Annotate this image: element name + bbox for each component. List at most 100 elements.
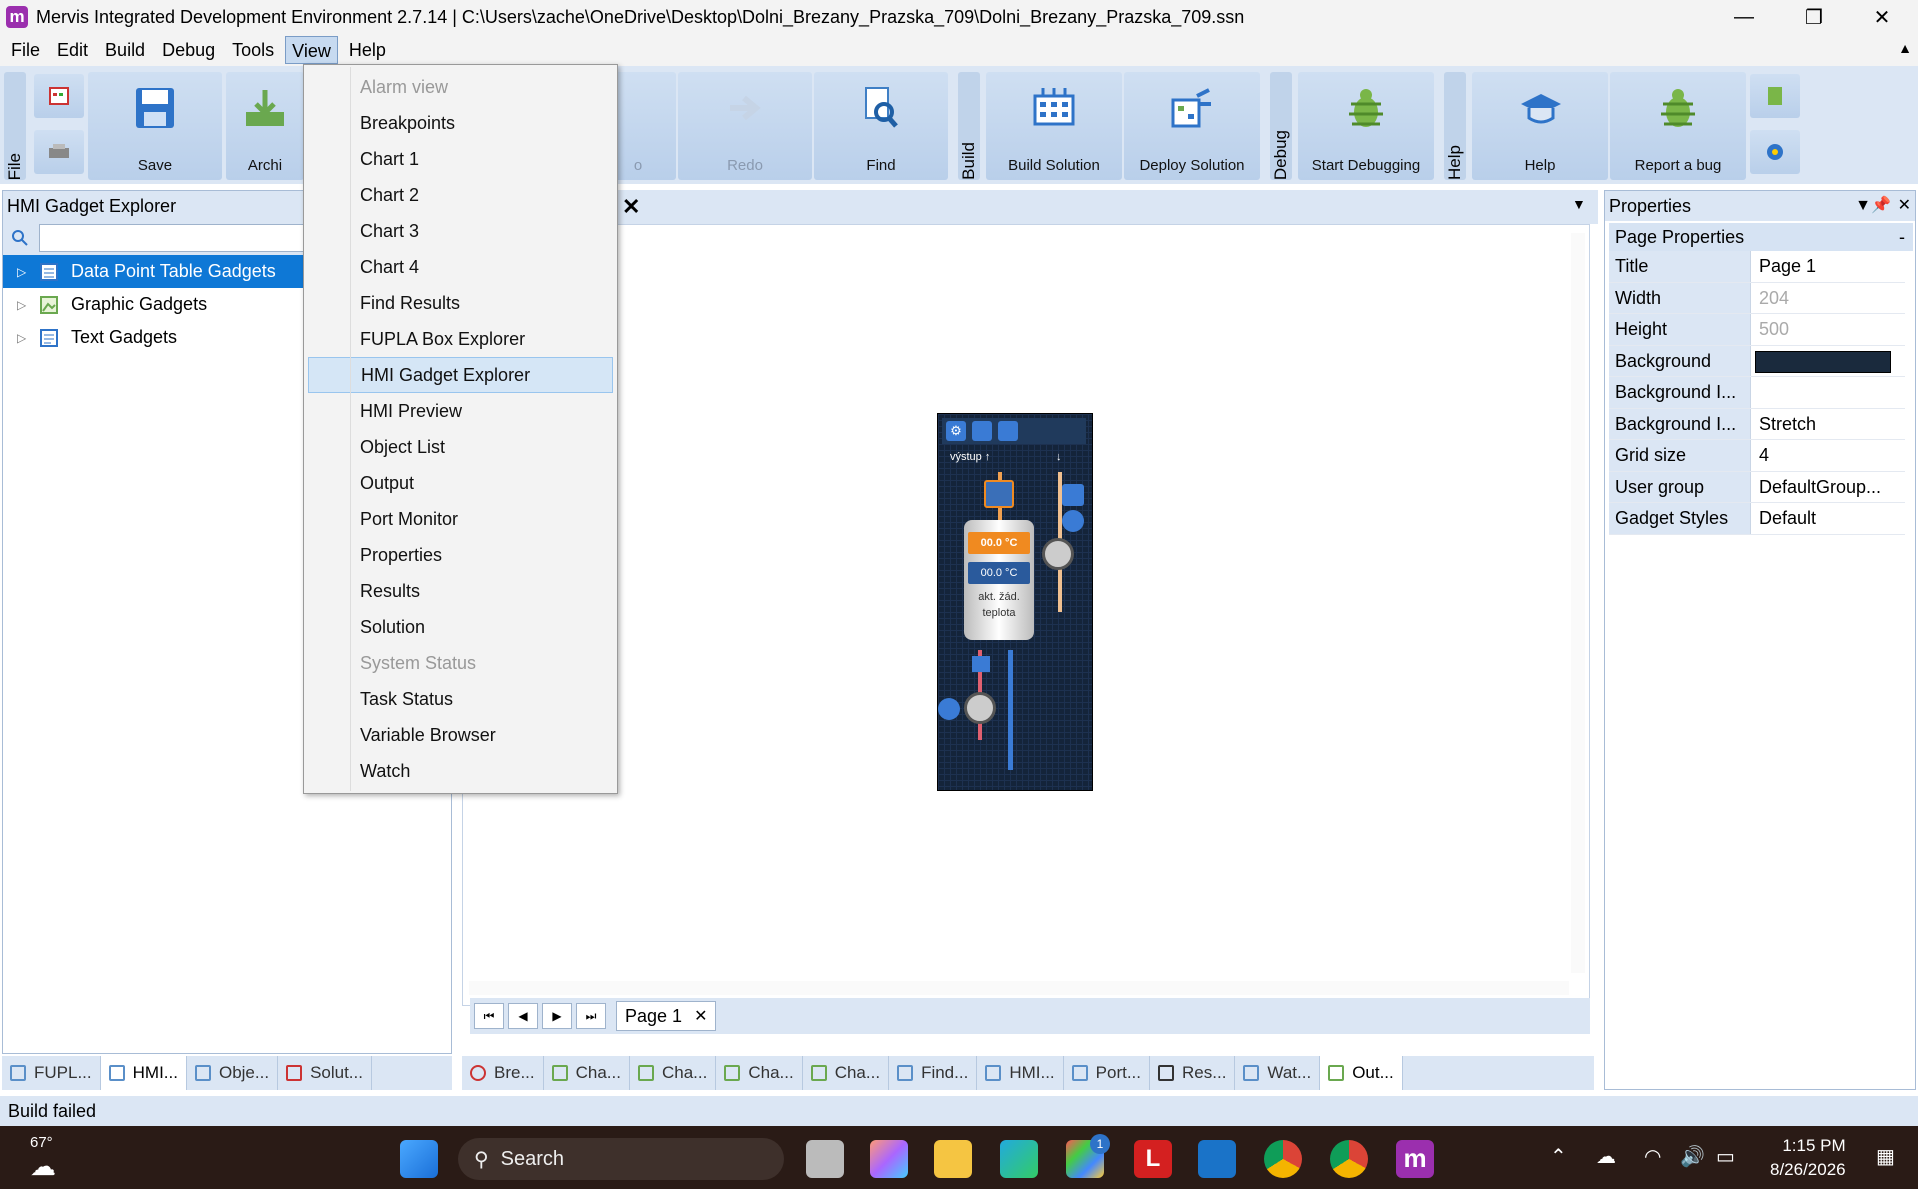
- weather-widget[interactable]: 67° ☁: [30, 1134, 56, 1182]
- build-solution-button[interactable]: Build Solution: [986, 72, 1122, 180]
- view-menu-item-watch[interactable]: Watch: [308, 753, 613, 789]
- help-button[interactable]: Help: [1472, 72, 1608, 180]
- hmi-calendar-icon[interactable]: [998, 421, 1018, 441]
- property-row-title[interactable]: Title Page 1: [1609, 251, 1905, 283]
- volume-icon[interactable]: 🔊: [1680, 1144, 1705, 1169]
- hmi-page-preview[interactable]: ⚙ výstup ↑ ↓ 00.0 °C 00.0 °C akt. žád. te…: [937, 413, 1093, 791]
- hmi-side-calendar-icon[interactable]: [1062, 484, 1084, 506]
- hmi-gear-icon[interactable]: ⚙: [946, 421, 966, 441]
- menu-tools[interactable]: Tools: [226, 36, 280, 64]
- tab-breakpoints[interactable]: Bre...: [462, 1056, 544, 1090]
- menu-help[interactable]: Help: [343, 36, 392, 64]
- battery-icon[interactable]: ▭: [1716, 1144, 1735, 1169]
- view-menu-item-results[interactable]: Results: [308, 573, 613, 609]
- menu-view[interactable]: View: [285, 36, 338, 64]
- outlook-icon[interactable]: [1198, 1140, 1236, 1178]
- onedrive-icon[interactable]: ☁: [1596, 1144, 1616, 1169]
- close-page-icon[interactable]: ✕: [694, 1006, 707, 1026]
- tab-port-monitor[interactable]: Port...: [1064, 1056, 1151, 1090]
- expand-arrow-icon[interactable]: ▷: [17, 265, 31, 279]
- page-properties-group[interactable]: Page Properties -: [1609, 223, 1913, 251]
- extra-tool-button[interactable]: [1750, 74, 1800, 118]
- expand-arrow-icon[interactable]: ▷: [17, 331, 31, 345]
- open-project-button[interactable]: [34, 130, 84, 174]
- tab-fupla[interactable]: FUPL...: [2, 1056, 101, 1090]
- tab-hmi-preview[interactable]: HMI...: [977, 1056, 1064, 1090]
- tab-watch[interactable]: Wat...: [1235, 1056, 1321, 1090]
- hmi-valve-icon[interactable]: [972, 656, 990, 672]
- restore-button[interactable]: ❐: [1784, 0, 1844, 34]
- tab-hmi[interactable]: HMI...: [100, 1056, 187, 1090]
- archive-button[interactable]: Archi: [226, 72, 304, 180]
- start-debugging-button[interactable]: Start Debugging: [1298, 72, 1434, 180]
- hmi-sensor-icon[interactable]: [984, 480, 1014, 508]
- property-row-width[interactable]: Width 204: [1609, 282, 1905, 314]
- windows-start-icon[interactable]: [400, 1140, 438, 1178]
- tab-chart-4[interactable]: Cha...: [803, 1056, 890, 1090]
- wifi-icon[interactable]: ◠: [1644, 1144, 1661, 1169]
- menu-debug[interactable]: Debug: [156, 36, 221, 64]
- prev-page-button[interactable]: ◀: [508, 1003, 538, 1029]
- property-value[interactable]: [1750, 377, 1905, 408]
- chrome-profile-icon[interactable]: [1330, 1140, 1368, 1178]
- close-document-icon[interactable]: ✕: [622, 194, 640, 220]
- property-value[interactable]: [1750, 345, 1905, 376]
- notifications-icon[interactable]: ▦: [1876, 1144, 1895, 1169]
- save-button[interactable]: Save: [88, 72, 222, 180]
- minimize-button[interactable]: —: [1714, 0, 1774, 34]
- tab-solution[interactable]: Solut...: [278, 1056, 372, 1090]
- property-row-background-image[interactable]: Background I...: [1609, 377, 1905, 409]
- search-icon[interactable]: [11, 229, 29, 247]
- view-menu-item-port-monitor[interactable]: Port Monitor: [308, 501, 613, 537]
- horizontal-scrollbar[interactable]: [469, 981, 1569, 995]
- panel-dropdown-icon[interactable]: ▼: [1855, 191, 1871, 221]
- view-menu-item-chart-4[interactable]: Chart 4: [308, 249, 613, 285]
- background-color-swatch[interactable]: [1755, 350, 1891, 373]
- tab-output[interactable]: Out...: [1320, 1056, 1403, 1090]
- expand-arrow-icon[interactable]: ▷: [17, 298, 31, 312]
- menu-file[interactable]: File: [5, 36, 46, 64]
- close-panel-icon[interactable]: ✕: [1898, 191, 1911, 221]
- task-view-icon[interactable]: [806, 1140, 844, 1178]
- deploy-solution-button[interactable]: Deploy Solution: [1124, 72, 1260, 180]
- property-value[interactable]: 4: [1750, 440, 1905, 471]
- tab-find-results[interactable]: Find...: [889, 1056, 978, 1090]
- view-menu-item-object-list[interactable]: Object List: [308, 429, 613, 465]
- new-project-button[interactable]: [34, 74, 84, 118]
- tab-results[interactable]: Res...: [1150, 1056, 1236, 1090]
- taskbar-clock[interactable]: 1:15 PM 8/26/2026: [1770, 1134, 1846, 1182]
- last-page-button[interactable]: ⏭: [576, 1003, 606, 1029]
- view-menu-item-find-results[interactable]: Find Results: [308, 285, 613, 321]
- hmi-pump-top-icon[interactable]: [1042, 538, 1074, 570]
- hmi-side-refresh-icon[interactable]: [1062, 510, 1084, 532]
- view-menu-item-chart-2[interactable]: Chart 2: [308, 177, 613, 213]
- document-dropdown-icon[interactable]: ▼: [1572, 196, 1586, 212]
- property-row-background-image-mode[interactable]: Background I... Stretch: [1609, 408, 1905, 440]
- view-menu-item-breakpoints[interactable]: Breakpoints: [308, 105, 613, 141]
- first-page-button[interactable]: ⏮: [474, 1003, 504, 1029]
- find-button[interactable]: Find: [814, 72, 948, 180]
- view-menu-item-variable-browser[interactable]: Variable Browser: [308, 717, 613, 753]
- tab-chart-2[interactable]: Cha...: [630, 1056, 717, 1090]
- tab-chart-3[interactable]: Cha...: [716, 1056, 803, 1090]
- hmi-bottom-refresh-icon[interactable]: [938, 698, 960, 720]
- copilot-icon[interactable]: [870, 1140, 908, 1178]
- ribbon-collapse-icon[interactable]: ▲: [1898, 40, 1912, 56]
- mervis-taskbar-icon[interactable]: m: [1396, 1140, 1434, 1178]
- property-row-user-group[interactable]: User group DefaultGroup...: [1609, 471, 1905, 503]
- property-value[interactable]: Default: [1750, 503, 1905, 534]
- view-menu-item-solution[interactable]: Solution: [308, 609, 613, 645]
- property-row-gadget-styles[interactable]: Gadget Styles Default: [1609, 503, 1905, 535]
- property-value[interactable]: DefaultGroup...: [1750, 471, 1905, 502]
- taskbar-search[interactable]: ⚲ Search: [458, 1138, 784, 1180]
- collapse-group-icon[interactable]: -: [1899, 223, 1905, 251]
- view-menu-item-output[interactable]: Output: [308, 465, 613, 501]
- tab-chart-1[interactable]: Cha...: [544, 1056, 630, 1090]
- pin-icon[interactable]: 📌: [1871, 191, 1891, 221]
- hmi-refresh-icon[interactable]: [972, 421, 992, 441]
- chrome-icon[interactable]: [1264, 1140, 1302, 1178]
- view-menu-item-hmi-preview[interactable]: HMI Preview: [308, 393, 613, 429]
- property-value[interactable]: Stretch: [1750, 408, 1905, 439]
- property-row-grid-size[interactable]: Grid size 4: [1609, 440, 1905, 472]
- tab-objects[interactable]: Obje...: [187, 1056, 279, 1090]
